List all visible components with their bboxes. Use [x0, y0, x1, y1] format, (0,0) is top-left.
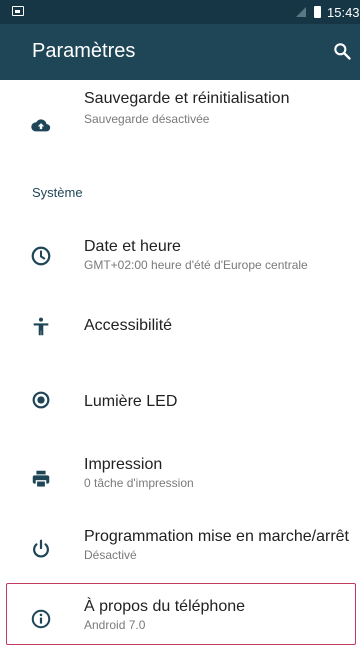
accessibility-icon: [33, 317, 49, 336]
signal-icon: [296, 7, 306, 17]
settings-item-subtitle: 0 tâche d'impression: [84, 476, 194, 490]
settings-item-subtitle: Sauvegarde désactivée: [84, 112, 210, 126]
info-icon: [31, 609, 51, 629]
power-schedule-icon: [33, 539, 49, 558]
settings-item-date-time[interactable]: Date et heure GMT+02:00 heure d'été d'Eu…: [0, 228, 360, 288]
settings-item-title: Lumière LED: [84, 393, 178, 410]
status-time: 15:43: [327, 5, 360, 20]
section-header-system: Système: [32, 185, 83, 200]
settings-item-subtitle: GMT+02:00 heure d'été d'Europe centrale: [84, 258, 308, 272]
clock-icon: [31, 246, 51, 266]
battery-icon: [314, 6, 321, 18]
settings-item-title: Impression: [84, 456, 163, 473]
settings-item-about-phone[interactable]: À propos du téléphone Android 7.0: [0, 586, 360, 644]
cloud-upload-icon: [31, 119, 51, 132]
settings-item-title: Accessibilité: [84, 317, 173, 334]
settings-item-title: Programmation mise en marche/arrêt: [84, 528, 349, 545]
settings-item-subtitle: Désactivé: [84, 548, 137, 562]
settings-item-title: À propos du téléphone: [84, 598, 246, 615]
led-light-icon: [32, 391, 50, 409]
search-icon[interactable]: [332, 40, 352, 62]
settings-item-accessibility[interactable]: Accessibilité: [0, 300, 360, 360]
settings-item-title: Date et heure: [84, 238, 181, 255]
page-title: Paramètres: [32, 40, 136, 62]
image-notification-icon: [12, 6, 24, 16]
settings-item-title: Sauvegarde et réinitialisation: [84, 90, 290, 107]
settings-item-subtitle: Android 7.0: [84, 618, 146, 632]
printer-icon: [32, 470, 50, 488]
settings-item-power-schedule[interactable]: Programmation mise en marche/arrêt Désac…: [0, 518, 360, 578]
settings-item-printing[interactable]: Impression 0 tâche d'impression: [0, 448, 360, 508]
app-bar: Paramètres: [0, 24, 360, 80]
status-bar: 15:43: [0, 0, 360, 24]
settings-item-backup[interactable]: Sauvegarde et réinitialisation Sauvegard…: [0, 80, 360, 166]
settings-item-led-light[interactable]: Lumière LED: [0, 372, 360, 432]
